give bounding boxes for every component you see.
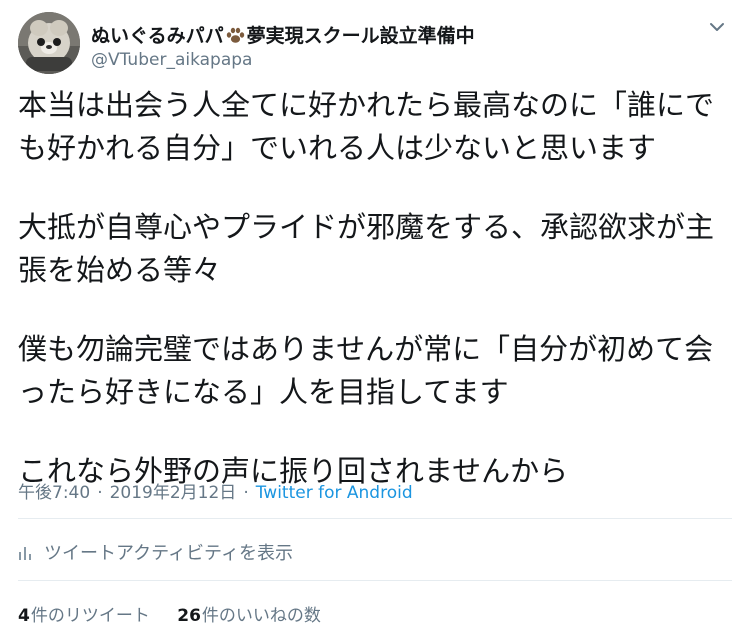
tweet-line: 本当は出会う人全てに好かれたら最高なのに「誰にで xyxy=(18,88,715,122)
meta-separator: · xyxy=(243,483,249,503)
like-count[interactable]: 26件のいいねの数 xyxy=(177,601,321,626)
chevron-down-icon[interactable] xyxy=(706,16,728,38)
tweet-line: ったら好きになる」人を目指してます xyxy=(18,375,509,409)
like-count-value: 26 xyxy=(177,606,201,626)
view-activity-link[interactable]: ツイートアクティビティを表示 xyxy=(18,539,293,565)
tweet-line: も好かれる自分」でいれる人は少ないと思います xyxy=(18,131,657,165)
avatar[interactable] xyxy=(18,12,80,74)
tweet-paragraph: 本当は出会う人全てに好かれたら最高なのに「誰にで も好かれる自分」でいれる人は少… xyxy=(18,84,732,170)
tweet-line: 僕も勿論完璧ではありませんが常に「自分が初めて会 xyxy=(18,332,714,366)
divider xyxy=(18,580,732,581)
display-name[interactable]: ぬいぐるみパパ 夢実現スクール設立準備中 xyxy=(91,21,475,48)
like-count-label: 件のいいねの数 xyxy=(201,606,321,626)
divider xyxy=(18,518,732,519)
tweet-detail: ぬいぐるみパパ 夢実現スクール設立準備中 @VTuber_aikapapa 本当… xyxy=(0,0,750,642)
tweet-date[interactable]: 2019年2月12日 xyxy=(110,483,237,503)
tweet-source-link[interactable]: Twitter for Android xyxy=(256,483,413,503)
tweet-paragraph: 僕も勿論完璧ではありませんが常に「自分が初めて会 ったら好きになる」人を目指して… xyxy=(18,328,732,414)
paw-icon xyxy=(225,26,245,44)
retweet-count[interactable]: 4件のリツイート xyxy=(18,601,150,626)
tweet-header: ぬいぐるみパパ 夢実現スクール設立準備中 @VTuber_aikapapa xyxy=(18,12,732,76)
tweet-meta: 午後7:40 · 2019年2月12日 · Twitter for Android xyxy=(18,478,413,503)
tweet-time[interactable]: 午後7:40 xyxy=(18,483,90,503)
tweet-text: 本当は出会う人全てに好かれたら最高なのに「誰にで も好かれる自分」でいれる人は少… xyxy=(18,84,732,493)
display-name-suffix: 夢実現スクール設立準備中 xyxy=(246,25,475,47)
retweet-count-value: 4 xyxy=(18,606,30,626)
meta-separator: · xyxy=(97,483,103,503)
display-name-text: ぬいぐるみパパ xyxy=(91,25,224,47)
tweet-line: 大抵が自尊心やプライドが邪魔をする、承認欲求が主 xyxy=(18,210,715,244)
user-handle[interactable]: @VTuber_aikapapa xyxy=(91,50,252,70)
bar-chart-icon xyxy=(18,543,32,561)
view-activity-label: ツイートアクティビティを表示 xyxy=(44,543,293,564)
tweet-paragraph: 大抵が自尊心やプライドが邪魔をする、承認欲求が主 張を始める等々 xyxy=(18,206,732,292)
tweet-stats: 4件のリツイート 26件のいいねの数 xyxy=(18,601,343,626)
tweet-line: 張を始める等々 xyxy=(18,253,222,287)
retweet-count-label: 件のリツイート xyxy=(30,606,150,626)
avatar-image xyxy=(18,12,80,74)
